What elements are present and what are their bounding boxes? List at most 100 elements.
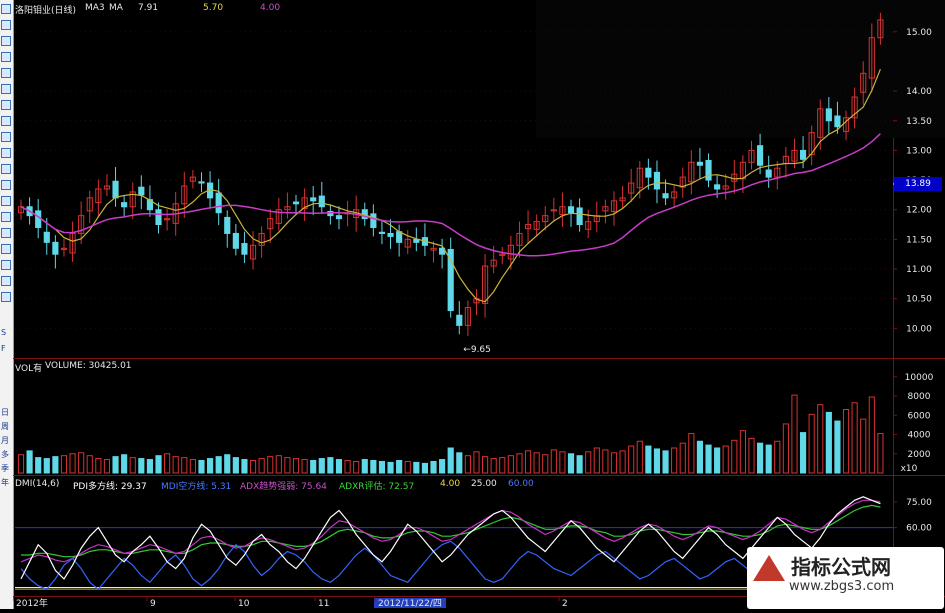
toolbar-icon-1[interactable] <box>1 4 11 14</box>
volume-bar-9 <box>95 458 102 474</box>
volume-bar-68 <box>602 449 609 474</box>
volume-bar-37 <box>335 459 343 474</box>
candle-body-86 <box>757 145 764 166</box>
candle-body-73 <box>645 167 652 178</box>
dmi-axis-label-0: 75.00 <box>906 498 932 508</box>
volume-bar-90 <box>791 394 798 474</box>
volume-bar-21 <box>198 459 205 474</box>
candle-body-26 <box>241 243 248 255</box>
volume-bar-67 <box>593 447 600 474</box>
low-price-marker: ←9.65 <box>463 345 491 355</box>
volume-axis-label-2: 6000 <box>908 411 931 421</box>
volume-bar-59 <box>524 450 532 474</box>
toolbar-icon-7[interactable] <box>1 100 11 110</box>
volume-unit-label: x10 <box>901 464 918 474</box>
toolbar-icon-12[interactable] <box>1 180 11 190</box>
volume-bar-60 <box>533 452 540 474</box>
sidebar-item-multi[interactable]: 多 <box>1 450 9 459</box>
volume-bar-20 <box>189 459 196 474</box>
sidebar-item-week[interactable]: 周 <box>1 422 9 431</box>
volume-bar-91 <box>799 432 807 474</box>
volume-bar-4 <box>52 456 59 474</box>
volume-bar-22 <box>206 458 214 474</box>
candle-body-11 <box>112 180 119 199</box>
ma-label: MA <box>109 3 123 13</box>
candle-body-2 <box>35 210 42 229</box>
current-price-tag: 13.89 <box>894 177 942 191</box>
volume-bar-18 <box>172 456 179 474</box>
candle-body-64 <box>567 206 575 214</box>
chart-area: 15.0014.0013.5013.0012.5012.0011.5011.00… <box>12 0 945 609</box>
watermark-title: 指标公式网 <box>791 555 891 579</box>
toolbar-icon-10[interactable] <box>1 148 11 158</box>
volume-bar-16 <box>155 455 162 474</box>
price-axis-label-0: 15.00 <box>906 28 932 38</box>
candle-body-32 <box>292 201 300 205</box>
volume-bar-84 <box>739 430 746 474</box>
dmi-axis-label-1: 60.00 <box>906 524 932 534</box>
volume-axis-label-4: 2000 <box>908 450 931 460</box>
toolbar-icon-16[interactable] <box>1 244 11 254</box>
xaxis-label-0: 2012年 <box>16 597 48 609</box>
volume-bar-96 <box>842 409 850 474</box>
toolbar-icon-2[interactable] <box>1 20 11 30</box>
candle-body-75 <box>662 193 669 199</box>
volume-bar-10 <box>103 459 111 474</box>
candle-body-51 <box>456 314 463 326</box>
toolbar-icon-13[interactable] <box>1 196 11 206</box>
toolbar-icon-6[interactable] <box>1 84 11 94</box>
sidebar-item-f[interactable]: F <box>1 344 6 353</box>
chart-svg[interactable]: 15.0014.0013.5013.0012.5012.0011.5011.00… <box>12 0 945 609</box>
toolbar-icon-3[interactable] <box>1 36 11 46</box>
sidebar-item-year[interactable]: 年 <box>1 478 9 487</box>
volume-bar-15 <box>146 459 153 474</box>
volume-bar-78 <box>688 433 695 474</box>
volume-bar-14 <box>138 458 145 474</box>
sidebar-item-quarter[interactable]: 季 <box>1 464 9 473</box>
volume-bar-3 <box>43 458 50 474</box>
volume-bar-40 <box>361 459 368 474</box>
sidebar-item-s[interactable]: S <box>1 328 6 337</box>
volume-bar-41 <box>370 459 377 474</box>
candle-body-16 <box>155 209 162 226</box>
volume-bar-1 <box>26 450 33 474</box>
volume-bar-80 <box>705 444 712 474</box>
volume-bar-73 <box>645 445 652 474</box>
xaxis-label-3: 11 <box>318 599 329 609</box>
volume-bar-97 <box>851 402 858 474</box>
volume-bar-36 <box>327 457 334 474</box>
xaxis-label-5: 2 <box>562 599 568 609</box>
sidebar-item-day[interactable]: 日 <box>1 408 9 417</box>
ma3-label: MA3 <box>85 3 105 13</box>
toolbar-icon-9[interactable] <box>1 132 11 142</box>
dmi-label: DMI(14,6) <box>15 479 60 489</box>
toolbar-icon-18[interactable] <box>1 276 11 286</box>
volume-bar-58 <box>516 453 523 474</box>
toolbar-icon-17[interactable] <box>1 260 11 270</box>
watermark-url: www.zbgs3.com <box>789 579 895 594</box>
volume-bar-0 <box>17 454 25 474</box>
toolbar-icon-4[interactable] <box>1 52 11 62</box>
candle-body-23 <box>215 192 222 214</box>
toolbar-icon-11[interactable] <box>1 164 11 174</box>
dmi-mdi: MDI空方线: 5.31 <box>161 482 232 492</box>
volume-bar-99 <box>868 396 875 474</box>
volume-bar-63 <box>559 451 566 474</box>
volume-bar-28 <box>258 458 265 474</box>
toolbar-icon-5[interactable] <box>1 68 11 78</box>
volume-bar-13 <box>129 457 136 474</box>
volume-bar-31 <box>284 457 291 474</box>
sidebar-item-month[interactable]: 月 <box>1 436 9 445</box>
toolbar-icon-8[interactable] <box>1 116 11 126</box>
watermark-logo: 指标公式网 www.zbgs3.com <box>747 547 944 609</box>
price-axis-label-6: 11.50 <box>906 235 932 245</box>
candle-body-34 <box>310 197 317 202</box>
volume-bar-35 <box>318 458 325 474</box>
volume-bar-27 <box>249 459 257 474</box>
toolbar-icon-19[interactable] <box>1 292 11 302</box>
toolbar-icon-15[interactable] <box>1 228 11 238</box>
toolbar-icon-14[interactable] <box>1 212 11 222</box>
price-axis-label-9: 10.00 <box>906 324 932 334</box>
volume-bar-72 <box>636 440 643 474</box>
dmi-extra-1: 4.00 <box>440 479 461 489</box>
